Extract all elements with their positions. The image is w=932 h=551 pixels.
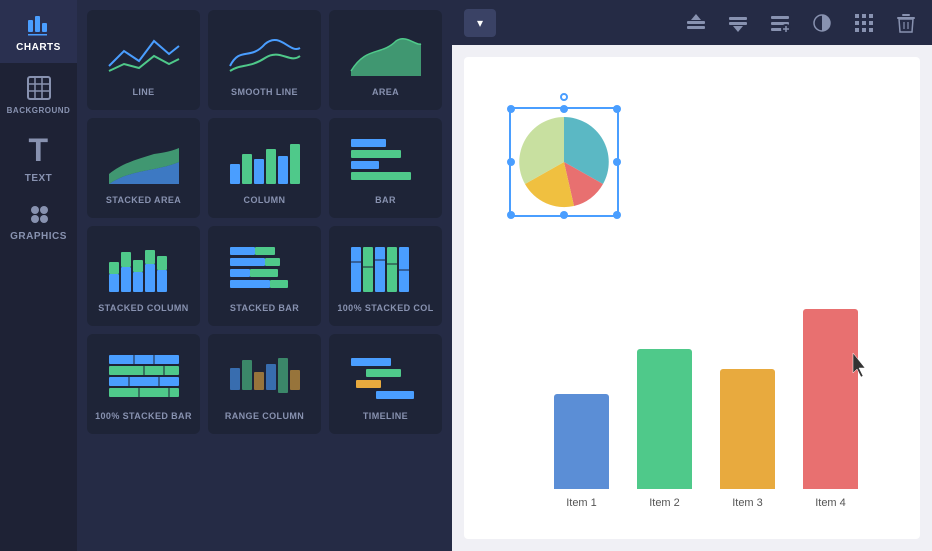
chart-tile-stacked-area[interactable]: STACKED AREA	[87, 118, 200, 218]
charts-icon	[25, 10, 53, 38]
layer-down-icon	[727, 12, 749, 34]
handle-bm[interactable]	[560, 211, 568, 219]
contrast-btn[interactable]	[808, 9, 836, 37]
handle-mr[interactable]	[613, 158, 621, 166]
sidebar-item-text[interactable]: T TEXT	[0, 126, 77, 189]
sidebar-label-background: BACKGROUND	[7, 106, 71, 115]
stacked-area-preview	[104, 134, 184, 189]
bar-chart: Item 1 Item 2 Item 3 Item 4	[554, 309, 858, 509]
handle-tr[interactable]	[613, 105, 621, 113]
column-label: COLUMN	[244, 195, 286, 205]
pie-chart[interactable]	[514, 112, 614, 217]
area-preview	[346, 26, 426, 81]
100-stacked-bar-preview	[104, 350, 184, 405]
sidebar-label-charts: CHARTS	[16, 42, 61, 53]
background-icon	[25, 74, 53, 102]
pattern-btn[interactable]	[850, 9, 878, 37]
bar-label-1: Item 1	[566, 497, 597, 509]
100-stacked-col-label: 100% STACKED COL	[337, 303, 433, 313]
handle-bl[interactable]	[507, 211, 515, 219]
chart-tile-area[interactable]: AREA	[329, 10, 442, 110]
bar-label-3: Item 3	[732, 497, 763, 509]
chart-grid: LINE SMOOTH LINE AREA STACKED AREA	[87, 10, 442, 434]
handle-br[interactable]	[613, 211, 621, 219]
cursor-icon	[849, 351, 873, 379]
bar-4	[803, 309, 858, 489]
100-stacked-col-preview	[346, 242, 426, 297]
text-icon: T	[28, 132, 48, 169]
smooth-line-preview	[225, 26, 305, 81]
chart-tile-bar[interactable]: BAR	[329, 118, 442, 218]
chart-tile-timeline[interactable]: TIMELINE	[329, 334, 442, 434]
chart-tile-range-column[interactable]: RANGE COLUMN	[208, 334, 321, 434]
bar-label-4: Item 4	[815, 497, 846, 509]
canvas-toolbar: ▾	[452, 0, 932, 45]
line-preview	[104, 26, 184, 81]
chart-tile-100-stacked-col[interactable]: 100% STACKED COL	[329, 226, 442, 326]
bar-label-2: Item 2	[649, 497, 680, 509]
bar-preview	[346, 134, 426, 189]
stacked-bar-label: STACKED BAR	[230, 303, 299, 313]
bar-item-4: Item 4	[803, 309, 858, 509]
timeline-label: TIMELINE	[363, 411, 408, 421]
add-layer-icon	[769, 12, 791, 34]
cursor-indicator	[849, 351, 873, 384]
chart-tile-smooth-line[interactable]: SMOOTH LINE	[208, 10, 321, 110]
line-label: LINE	[132, 87, 154, 97]
sidebar: CHARTS BACKGROUND T TEXT GRAPHICS	[0, 0, 77, 551]
graphics-icon	[25, 199, 53, 227]
smooth-line-label: SMOOTH LINE	[231, 87, 298, 97]
stacked-area-label: STACKED AREA	[106, 195, 181, 205]
bar-3	[720, 369, 775, 489]
pie-svg	[514, 112, 614, 212]
100-stacked-bar-label: 100% STACKED BAR	[95, 411, 192, 421]
delete-btn[interactable]	[892, 9, 920, 37]
stacked-column-label: STACKED COLUMN	[98, 303, 188, 313]
sidebar-item-charts[interactable]: CHARTS	[0, 0, 77, 63]
chart-tile-100-stacked-bar[interactable]: 100% STACKED BAR	[87, 334, 200, 434]
sidebar-item-background[interactable]: BACKGROUND	[0, 63, 77, 126]
range-column-label: RANGE COLUMN	[225, 411, 304, 421]
stacked-column-preview	[104, 242, 184, 297]
bar-item-1: Item 1	[554, 394, 609, 509]
bar-item-3: Item 3	[720, 369, 775, 509]
canvas-area: ▾	[452, 0, 932, 551]
add-layer-btn[interactable]	[766, 9, 794, 37]
layer-up-btn[interactable]	[682, 9, 710, 37]
bar-2	[637, 349, 692, 489]
chart-tile-stacked-bar[interactable]: STACKED BAR	[208, 226, 321, 326]
handle-rotate[interactable]	[560, 93, 568, 101]
range-column-preview	[225, 350, 305, 405]
sidebar-label-text: TEXT	[25, 173, 53, 184]
timeline-preview	[346, 350, 426, 405]
pattern-icon	[853, 12, 875, 34]
bar-item-2: Item 2	[637, 349, 692, 509]
chart-tile-stacked-column[interactable]: STACKED COLUMN	[87, 226, 200, 326]
layer-down-btn[interactable]	[724, 9, 752, 37]
chart-tile-line[interactable]: LINE	[87, 10, 200, 110]
sidebar-label-graphics: GRAPHICS	[10, 231, 67, 242]
sidebar-item-graphics[interactable]: GRAPHICS	[0, 189, 77, 252]
canvas-body[interactable]: Item 1 Item 2 Item 3 Item 4	[464, 57, 920, 539]
column-preview	[225, 134, 305, 189]
layer-up-icon	[685, 12, 707, 34]
bar-label: BAR	[375, 195, 396, 205]
area-label: AREA	[372, 87, 399, 97]
stacked-bar-preview	[225, 242, 305, 297]
bar-1	[554, 394, 609, 489]
dropdown-btn[interactable]: ▾	[464, 9, 496, 37]
chart-tile-column[interactable]: COLUMN	[208, 118, 321, 218]
delete-icon	[896, 12, 916, 34]
chart-panel: LINE SMOOTH LINE AREA STACKED AREA	[77, 0, 452, 551]
contrast-icon	[811, 12, 833, 34]
